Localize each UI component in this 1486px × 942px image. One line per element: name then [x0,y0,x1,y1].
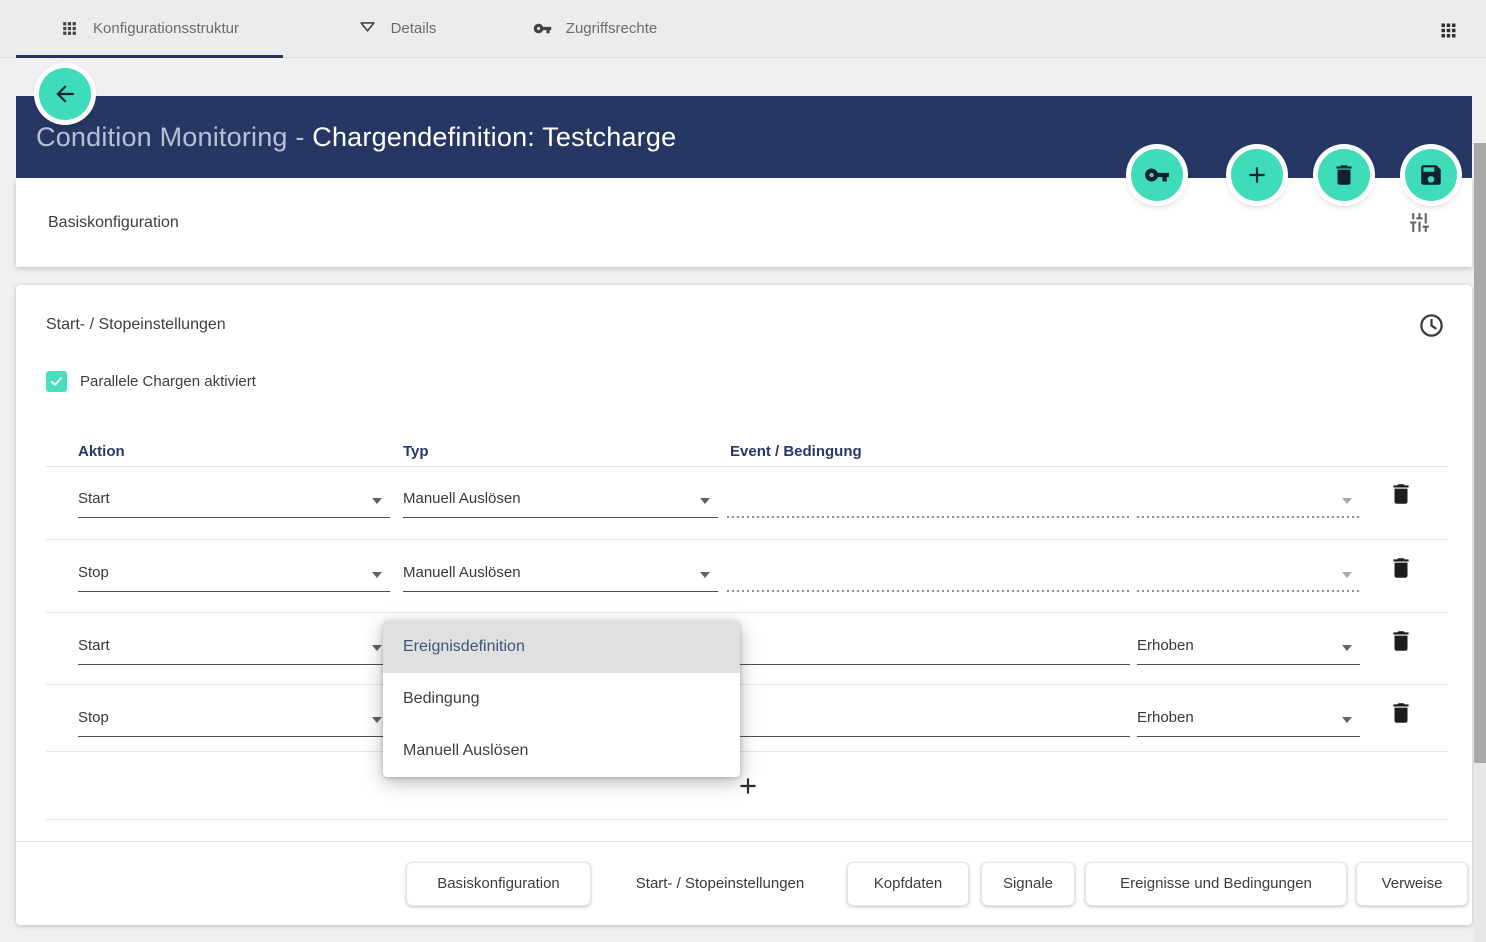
event-input [727,480,1130,518]
title-prefix: Condition Monitoring - [36,122,312,152]
save-button[interactable] [1405,149,1457,201]
chevron-down-icon [372,717,382,723]
chevron-down-icon [700,498,710,504]
footer-divider [16,841,1472,842]
permissions-button[interactable] [1131,149,1183,201]
clock-icon[interactable] [1418,312,1445,339]
footer-button-kopfdaten[interactable]: Kopfdaten [847,862,969,906]
panel-start-stop: Start- / Stopeinstellungen Parallele Cha… [16,285,1472,925]
row-delete-button[interactable] [1388,700,1414,726]
save-icon [1418,162,1444,188]
mode-select [1137,554,1360,592]
grid-icon [60,19,79,38]
column-header-aktion: Aktion [78,443,125,460]
chevron-down-icon [700,572,710,578]
parallel-charges-checkbox[interactable] [46,371,67,392]
event-input [727,554,1130,592]
tab-label: Zugriffsrechte [566,20,657,37]
menu-item-bedingung[interactable]: Bedingung [383,673,740,725]
aktion-value: Stop [78,564,109,581]
tab-zugriffsrechte[interactable]: Zugriffsrechte [495,0,695,57]
key-icon [1144,162,1170,188]
filter-icon [358,19,377,38]
tab-konfigurationsstruktur[interactable]: Konfigurationsstruktur [16,0,283,57]
typ-select[interactable]: Manuell Auslösen [403,554,718,592]
footer-current-section: Start- / Stopeinstellungen [620,862,820,906]
chevron-down-icon [1342,498,1352,504]
footer-button-basiskonfiguration[interactable]: Basiskonfiguration [406,862,591,906]
event-input[interactable] [727,699,1130,737]
arrow-left-icon [52,81,78,107]
footer-button-signale[interactable]: Signale [981,862,1075,906]
aktion-select[interactable]: Stop [78,699,390,737]
checkbox-label: Parallele Chargen aktiviert [80,373,256,390]
aktion-value: Start [78,637,110,654]
trash-icon [1331,162,1357,188]
menu-item-manuell-ausloesen[interactable]: Manuell Auslösen [383,725,740,777]
mode-select[interactable]: Erhoben [1137,699,1360,737]
menu-item-ereignisdefinition[interactable]: Ereignisdefinition [383,621,740,673]
chevron-down-icon [372,572,382,578]
column-header-typ: Typ [403,443,429,460]
scrollbar-thumb[interactable] [1474,143,1486,763]
add-row-button[interactable] [735,773,761,799]
tune-icon[interactable] [1407,210,1432,235]
aktion-select[interactable]: Start [78,480,390,518]
tab-bar: Konfigurationsstruktur Details Zugriffsr… [0,0,1486,58]
chevron-down-icon [1342,717,1352,723]
typ-value: Manuell Auslösen [403,490,521,507]
panel-title: Start- / Stopeinstellungen [46,316,226,334]
mode-value: Erhoben [1137,709,1194,726]
mode-select[interactable]: Erhoben [1137,627,1360,665]
footer-button-verweise[interactable]: Verweise [1356,862,1468,906]
chevron-down-icon [1342,572,1352,578]
typ-dropdown-menu: Ereignisdefinition Bedingung Manuell Aus… [383,621,740,777]
row-delete-button[interactable] [1388,555,1414,581]
column-header-event: Event / Bedingung [730,443,862,460]
table-row: Start Manuell Auslösen [46,466,1448,540]
mode-select [1137,480,1360,518]
delete-button[interactable] [1318,149,1370,201]
row-delete-button[interactable] [1388,481,1414,507]
aktion-value: Stop [78,709,109,726]
footer-button-ereignisse-und-bedingungen[interactable]: Ereignisse und Bedingungen [1085,862,1347,906]
section-label: Basiskonfiguration [48,214,179,232]
plus-icon [1244,162,1270,188]
key-icon [533,19,552,38]
tab-details[interactable]: Details [322,0,472,57]
tab-label: Details [391,20,437,37]
apps-grid-icon[interactable] [1438,20,1459,41]
table-row: Stop Erhoben [46,685,1448,752]
typ-select[interactable]: Manuell Auslösen [403,480,718,518]
aktion-select[interactable]: Stop [78,554,390,592]
event-input[interactable] [727,627,1130,665]
chevron-down-icon [372,498,382,504]
row-delete-button[interactable] [1388,628,1414,654]
table-row: Stop Manuell Auslösen [46,540,1448,613]
table-row: Start Erhoben [46,613,1448,685]
tab-label: Konfigurationsstruktur [93,20,239,37]
add-row [46,752,1448,820]
aktion-value: Start [78,490,110,507]
back-button[interactable] [39,68,91,120]
aktion-select[interactable]: Start [78,627,390,665]
add-button[interactable] [1231,149,1283,201]
title-name: Chargendefinition: Testcharge [312,122,676,152]
mode-value: Erhoben [1137,637,1194,654]
check-icon [49,374,64,389]
page-title: Condition Monitoring - Chargendefinition… [36,122,676,153]
chevron-down-icon [1342,645,1352,651]
typ-value: Manuell Auslösen [403,564,521,581]
chevron-down-icon [372,645,382,651]
